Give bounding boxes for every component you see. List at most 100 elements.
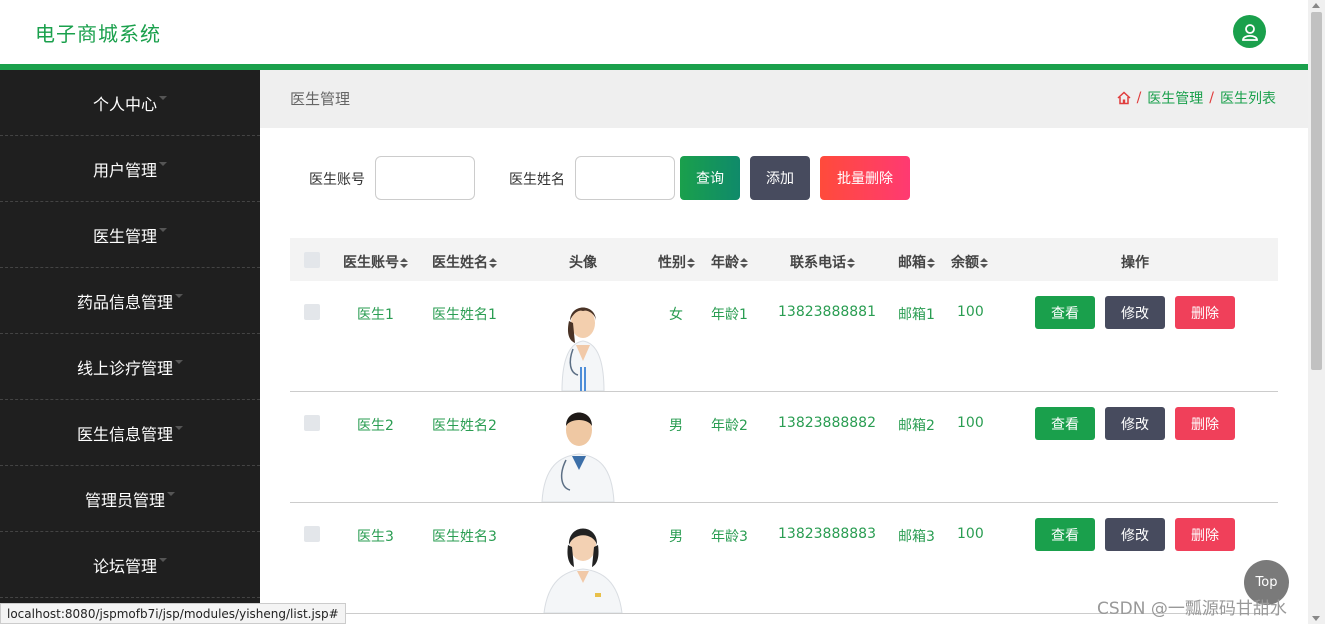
scrollbar-thumb[interactable] <box>1311 12 1322 370</box>
view-button[interactable]: 查看 <box>1035 518 1095 551</box>
cell-balance: 100 <box>957 304 984 320</box>
sidebar-item-online-diagnosis[interactable]: 线上诊疗管理 <box>0 334 260 400</box>
home-icon[interactable] <box>1117 91 1131 105</box>
name-search-input[interactable] <box>575 156 675 200</box>
column-header-gender[interactable]: 性别 <box>658 252 695 272</box>
sidebar-item-user-management[interactable]: 用户管理 <box>0 136 260 202</box>
query-button[interactable]: 查询 <box>680 156 740 200</box>
chevron-down-icon <box>159 227 167 232</box>
sort-icon[interactable] <box>740 258 748 268</box>
batch-delete-button[interactable]: 批量删除 <box>820 156 910 200</box>
status-url-bar: localhost:8080/jspmofb7i/jsp/modules/yis… <box>0 603 346 624</box>
view-button[interactable]: 查看 <box>1035 407 1095 440</box>
row-checkbox[interactable] <box>304 415 320 431</box>
account-search-input[interactable] <box>375 156 475 200</box>
scroll-down-icon[interactable] <box>1312 616 1320 621</box>
cell-email: 邮箱2 <box>898 418 935 434</box>
sidebar-item-medicine-management[interactable]: 药品信息管理 <box>0 268 260 334</box>
add-button[interactable]: 添加 <box>750 156 810 200</box>
cell-balance: 100 <box>957 526 984 542</box>
table-row: 医生1 医生姓名1 女 年龄1 13823888881 邮箱1 100 查看 修… <box>290 281 1278 392</box>
chevron-down-icon <box>175 359 183 364</box>
cell-phone: 13823888881 <box>778 304 876 320</box>
chevron-down-icon <box>159 95 167 100</box>
sort-icon[interactable] <box>489 258 497 268</box>
breadcrumb-separator: / <box>1209 90 1214 106</box>
column-header-photo: 头像 <box>569 255 597 271</box>
cell-account: 医生3 <box>357 529 394 545</box>
chevron-down-icon <box>167 491 175 496</box>
cell-age: 年龄2 <box>711 418 748 434</box>
cell-phone: 13823888882 <box>778 415 876 431</box>
column-header-name[interactable]: 医生姓名 <box>432 252 497 272</box>
watermark: CSDN @一瓢源码甘甜水 <box>1097 599 1287 619</box>
column-header-email[interactable]: 邮箱 <box>898 252 935 272</box>
doctor-avatar-photo <box>543 528 623 613</box>
sidebar: 个人中心 用户管理 医生管理 药品信息管理 线上诊疗管理 医生信息管理 管理员管… <box>0 70 260 624</box>
sidebar-item-label: 管理员管理 <box>84 490 165 510</box>
table-header: 医生账号 医生姓名 头像 性别 年龄 联系电话 邮箱 余额 操作 <box>290 238 1278 281</box>
cell-balance: 100 <box>957 415 984 431</box>
cell-phone: 13823888883 <box>778 526 876 542</box>
chevron-down-icon <box>175 425 183 430</box>
sort-icon[interactable] <box>980 258 988 268</box>
row-checkbox[interactable] <box>304 526 320 542</box>
sort-icon[interactable] <box>927 258 935 268</box>
page-header-bar: 医生管理 / 医生管理 / 医生列表 <box>260 70 1308 128</box>
chevron-down-icon <box>159 161 167 166</box>
column-header-account[interactable]: 医生账号 <box>343 252 408 272</box>
user-avatar-button[interactable] <box>1233 15 1266 48</box>
delete-button[interactable]: 删除 <box>1175 296 1235 329</box>
row-checkbox[interactable] <box>304 304 320 320</box>
cell-email: 邮箱1 <box>898 307 935 323</box>
sidebar-item-personal-center[interactable]: 个人中心 <box>0 70 260 136</box>
sidebar-item-label: 个人中心 <box>92 94 157 114</box>
account-search-label: 医生账号 <box>309 172 365 188</box>
column-header-actions: 操作 <box>1121 255 1149 271</box>
chevron-down-icon <box>159 557 167 562</box>
edit-button[interactable]: 修改 <box>1105 407 1165 440</box>
main-content: 医生管理 / 医生管理 / 医生列表 医生账号 医生姓名 查询 添加 批量删除 … <box>260 70 1308 624</box>
sort-icon[interactable] <box>687 258 695 268</box>
column-header-phone[interactable]: 联系电话 <box>790 252 855 272</box>
page-scrollbar[interactable] <box>1308 0 1325 624</box>
cell-age: 年龄1 <box>711 307 748 323</box>
view-button[interactable]: 查看 <box>1035 296 1095 329</box>
sidebar-item-label: 线上诊疗管理 <box>76 358 173 378</box>
cell-name: 医生姓名3 <box>432 529 497 545</box>
delete-button[interactable]: 删除 <box>1175 518 1235 551</box>
table-row: 医生2 医生姓名2 男 年龄2 13823888882 邮箱2 100 查看 修… <box>290 392 1278 503</box>
name-search-label: 医生姓名 <box>509 172 565 188</box>
breadcrumb-separator: / <box>1136 90 1142 106</box>
cell-name: 医生姓名1 <box>432 307 497 323</box>
sidebar-item-label: 医生管理 <box>92 226 157 246</box>
cell-gender: 男 <box>669 418 683 434</box>
breadcrumb-current: 医生列表 <box>1220 91 1276 107</box>
brand-title: 电子商城系统 <box>35 22 161 46</box>
cell-name: 医生姓名2 <box>432 418 497 434</box>
column-header-age[interactable]: 年龄 <box>711 252 748 272</box>
cell-gender: 女 <box>669 307 683 323</box>
scroll-up-icon[interactable] <box>1312 3 1320 8</box>
edit-button[interactable]: 修改 <box>1105 296 1165 329</box>
user-icon <box>1241 23 1258 41</box>
breadcrumb: / 医生管理 / 医生列表 <box>1117 88 1276 108</box>
doctor-avatar-photo <box>561 307 605 391</box>
column-header-balance[interactable]: 余额 <box>951 252 988 272</box>
cell-age: 年龄3 <box>711 529 748 545</box>
sidebar-item-label: 医生信息管理 <box>76 424 173 444</box>
sidebar-item-admin-management[interactable]: 管理员管理 <box>0 466 260 532</box>
cell-gender: 男 <box>669 529 683 545</box>
sidebar-item-doctor-management[interactable]: 医生管理 <box>0 202 260 268</box>
sidebar-item-doctor-info[interactable]: 医生信息管理 <box>0 400 260 466</box>
sort-icon[interactable] <box>847 258 855 268</box>
select-all-checkbox[interactable] <box>304 252 320 268</box>
sidebar-item-label: 药品信息管理 <box>76 292 173 312</box>
sidebar-item-forum-management[interactable]: 论坛管理 <box>0 532 260 598</box>
delete-button[interactable]: 删除 <box>1175 407 1235 440</box>
page-title: 医生管理 <box>290 90 351 108</box>
search-form: 医生账号 医生姓名 查询 添加 批量删除 <box>260 156 1308 200</box>
edit-button[interactable]: 修改 <box>1105 518 1165 551</box>
sort-icon[interactable] <box>400 258 408 268</box>
breadcrumb-link-doctor-management[interactable]: 医生管理 <box>1147 88 1203 108</box>
